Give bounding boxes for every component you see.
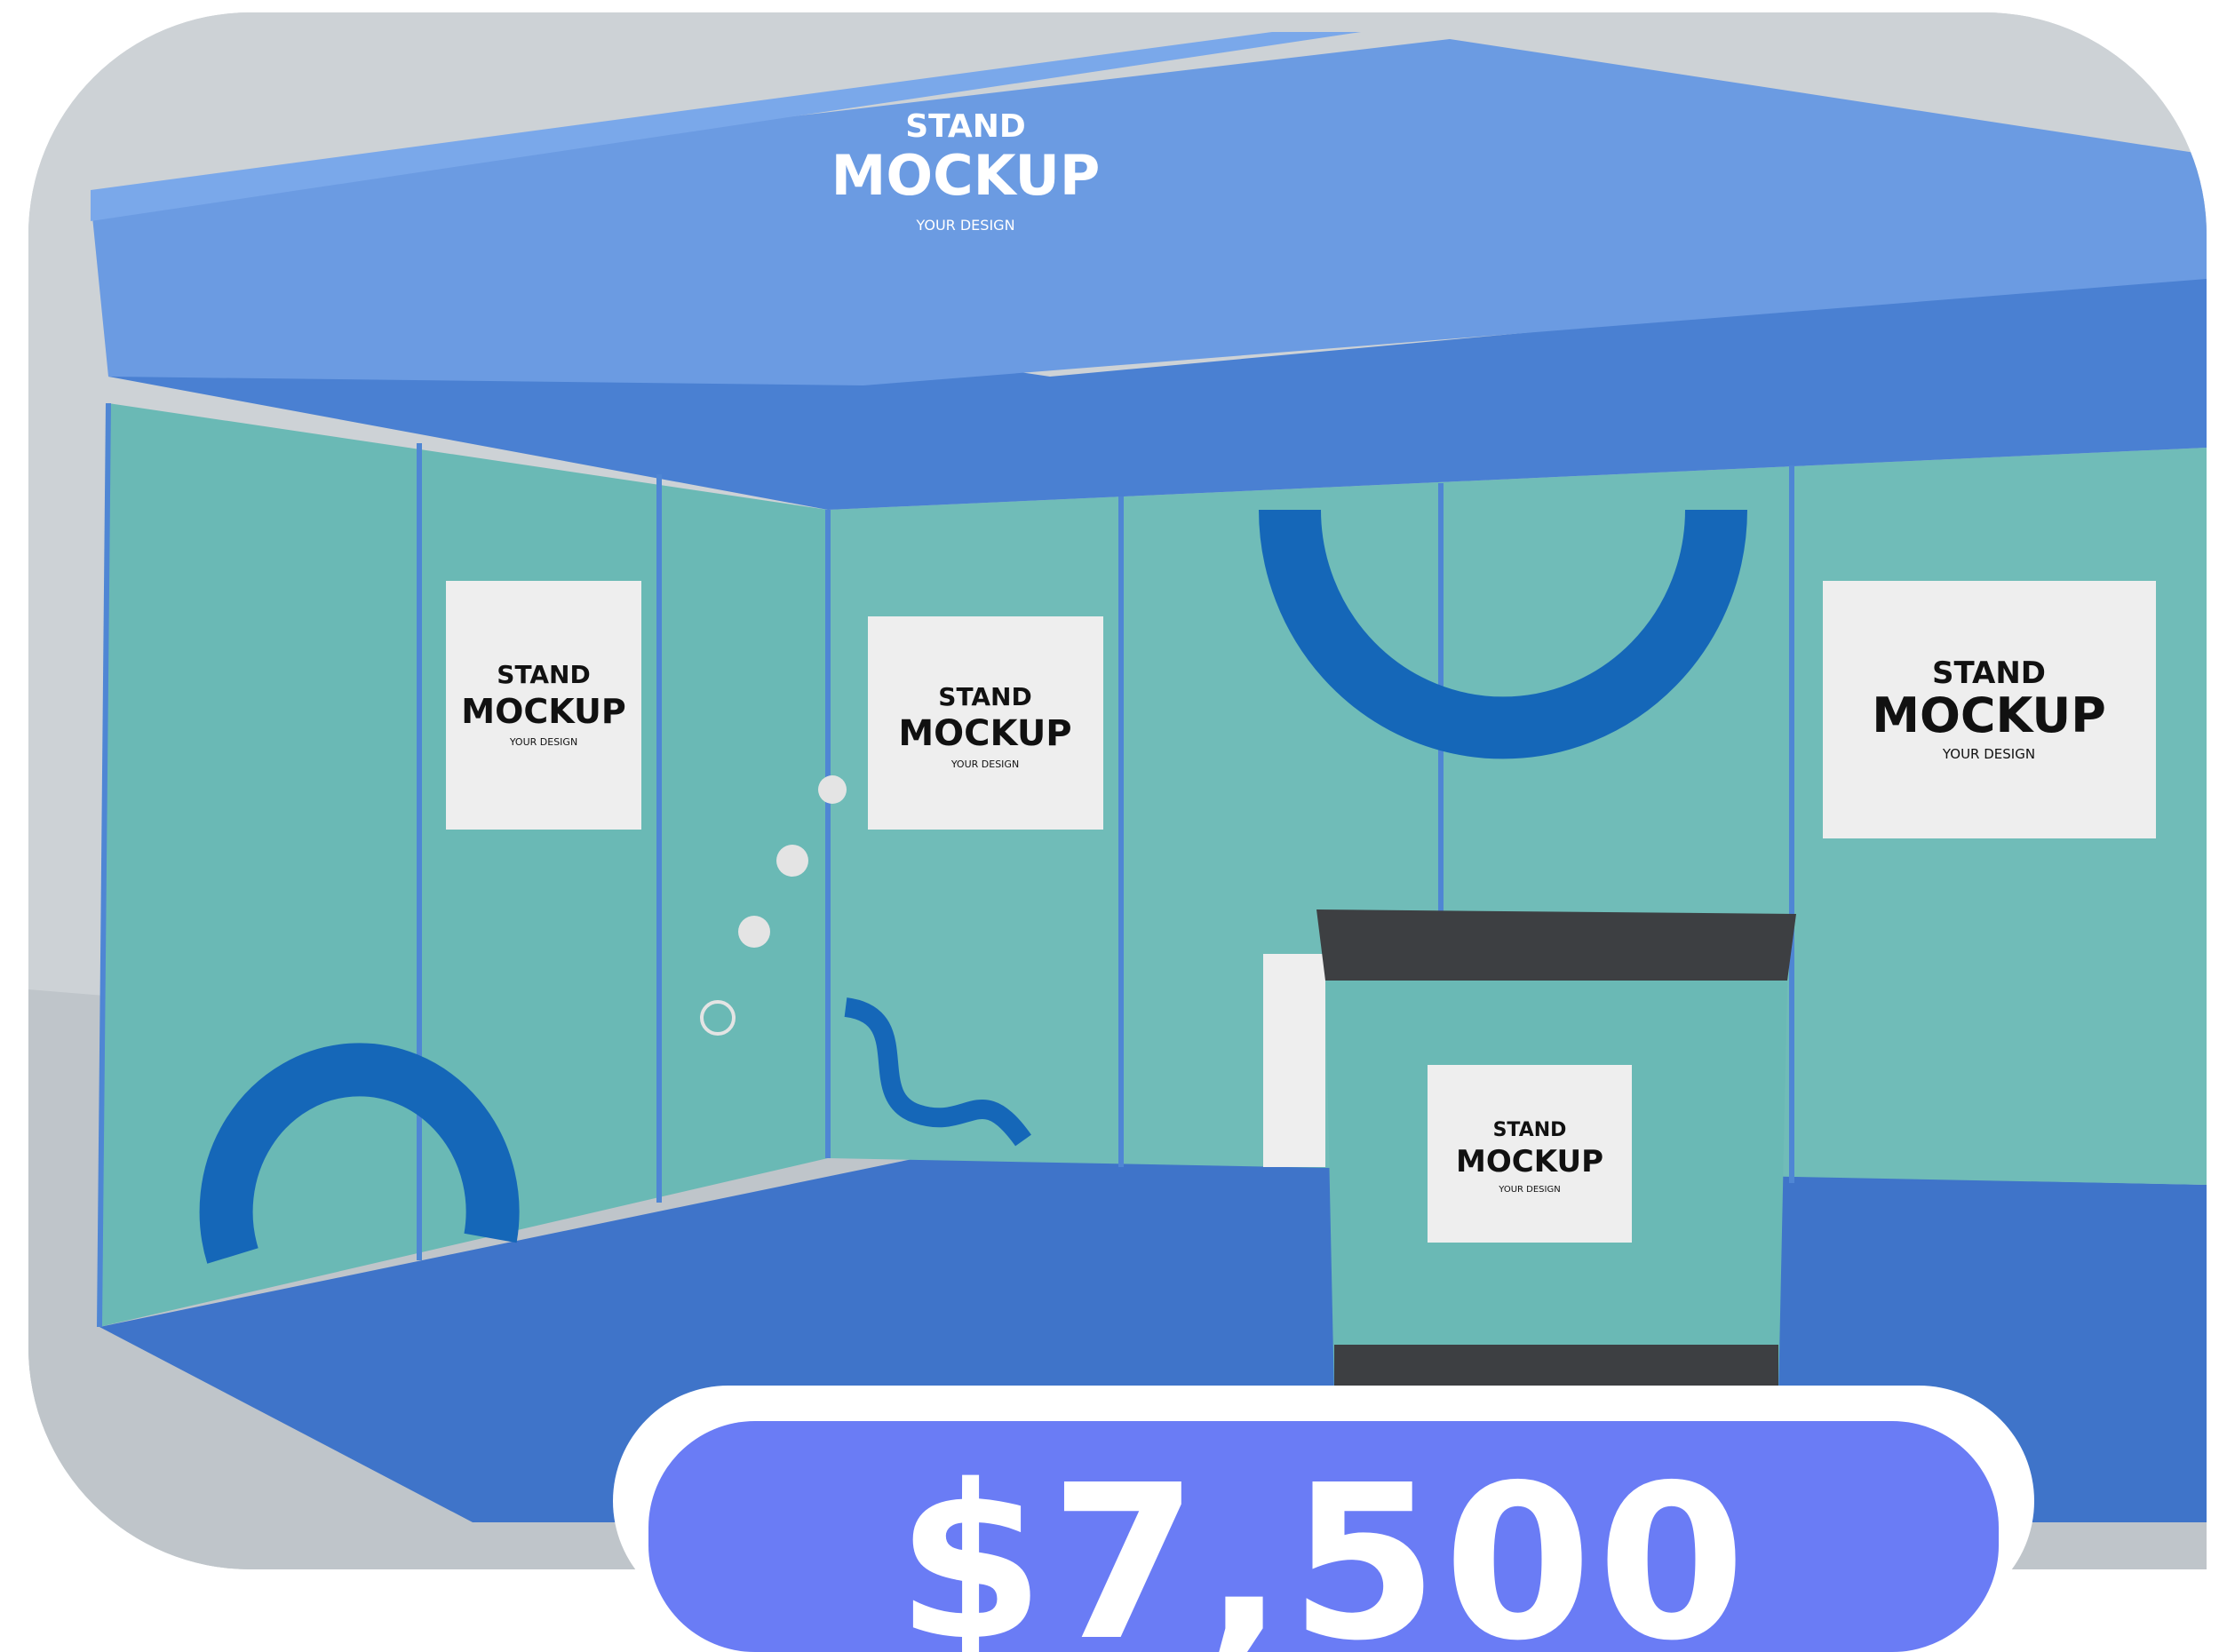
header-sign-line1: STAND [905,108,1026,145]
poster-right-line1: STAND [1932,655,2046,691]
poster-left-line1: STAND [497,660,590,689]
header-sign-line3: YOUR DESIGN [915,217,1014,234]
poster-center-line2: MOCKUP [898,713,1071,754]
booth-illustration: STAND MOCKUP YOUR DESIGN STAND MOCKUP YO… [28,12,2207,1569]
price-badge: $7,500 [613,1386,2034,1652]
poster-left-line2: MOCKUP [461,692,626,731]
dot-3 [738,916,770,948]
poster-right-line3: YOUR DESIGN [1942,746,2035,762]
poster-center-line3: YOUR DESIGN [950,758,1019,770]
dot-1 [818,775,847,804]
counter-top [1316,909,1796,981]
counter-line2: MOCKUP [1456,1144,1603,1179]
poster-left-line3: YOUR DESIGN [509,736,577,748]
poster-center-line1: STAND [938,682,1031,711]
dot-2 [776,845,808,877]
poster-right-line2: MOCKUP [1872,687,2106,743]
price-pill: $7,500 [648,1421,1999,1652]
price-label: $7,500 [895,1439,1752,1652]
product-image-card: STAND MOCKUP YOUR DESIGN STAND MOCKUP YO… [28,12,2207,1569]
counter-line3: YOUR DESIGN [1498,1185,1560,1195]
header-sign-line2: MOCKUP [831,143,1101,208]
counter-backdrop [1263,954,1325,1167]
counter-line1: STAND [1493,1119,1567,1141]
